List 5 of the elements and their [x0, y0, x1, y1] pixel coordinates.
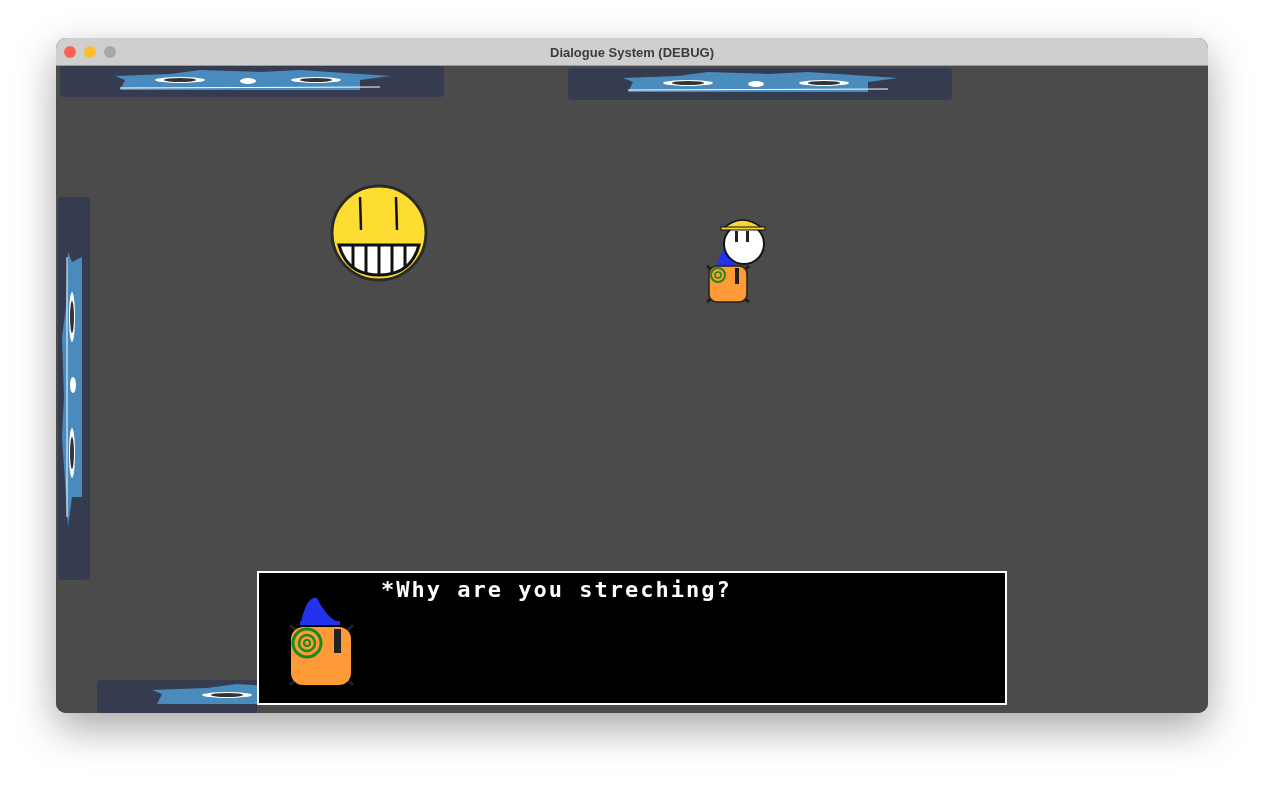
- window-title: Dialogue System (DEBUG): [550, 44, 714, 60]
- minimize-button[interactable]: [84, 45, 96, 58]
- zoom-button[interactable]: [104, 45, 116, 58]
- dialogue-text: *Why are you streching?: [381, 576, 732, 604]
- close-button[interactable]: [64, 45, 76, 58]
